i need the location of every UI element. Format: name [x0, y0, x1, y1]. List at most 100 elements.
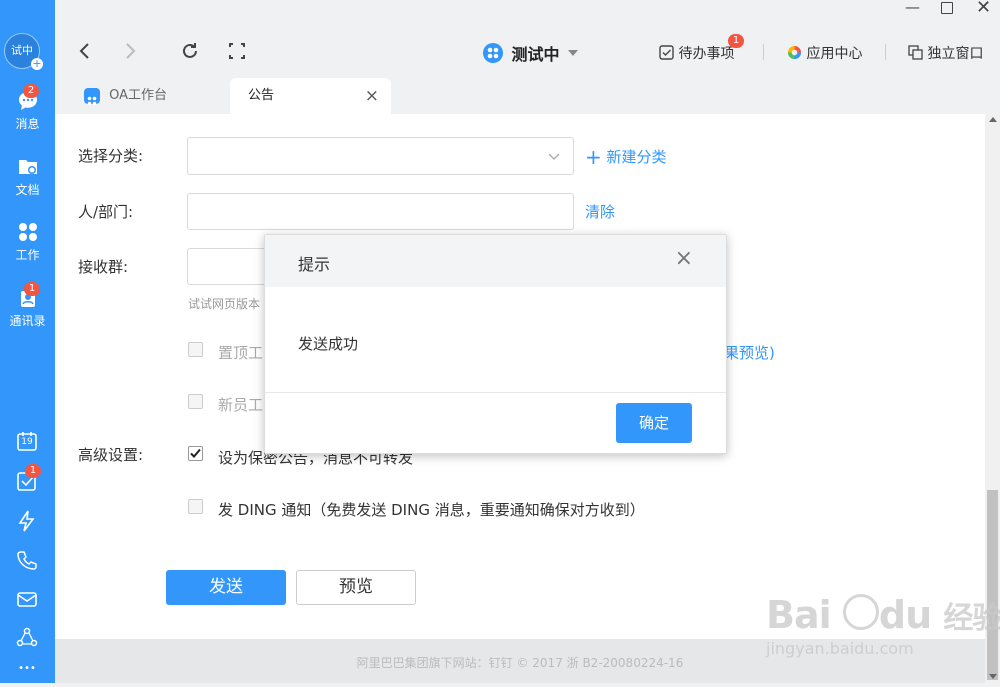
dialog-close-icon[interactable]: × [675, 246, 693, 271]
pin-option-label: 置顶工 [218, 344, 264, 362]
maximize-icon[interactable] [941, 2, 953, 14]
people-input[interactable] [187, 193, 574, 230]
window-copy-icon [908, 45, 923, 60]
newbie-option-label: 新员工 [218, 396, 264, 414]
watermark-brand: Bai [766, 593, 832, 637]
workspace-name: 测试中 [511, 45, 560, 64]
tab-label: OA工作台 [109, 88, 168, 103]
plus-icon: + [585, 145, 602, 169]
refresh-icon[interactable] [180, 40, 200, 62]
chevron-down-icon [567, 50, 578, 56]
calendar-button[interactable]: 19 [16, 430, 38, 452]
hint-text: 试试网页版本 [188, 297, 261, 311]
workspace-switcher[interactable]: 测试中 [483, 41, 578, 65]
folder-icon [18, 160, 37, 174]
tab-label: 公告 [248, 88, 275, 103]
chevron-down-icon [548, 153, 560, 160]
watermark-cn: 经验 [943, 601, 1000, 636]
people-label: 人/部门: [78, 203, 134, 221]
more-button[interactable]: ••• [16, 663, 38, 679]
mail-icon [17, 592, 37, 607]
phone-icon [17, 551, 37, 570]
sidebar-item-messages[interactable]: 消息 2 [0, 84, 55, 132]
status-plus-icon: + [31, 57, 43, 70]
ding-lightning-icon [18, 510, 35, 532]
left-sidebar: 试中 + 消息 2 文档 工作 通讯录 1 19 1 ••• [0, 0, 55, 683]
scrollbar-thumb[interactable] [987, 490, 998, 680]
new-category-label: 新建分类 [606, 148, 667, 166]
sidebar-item-work[interactable]: 工作 [0, 221, 55, 263]
scroll-down-icon[interactable] [989, 674, 997, 679]
oa-app-icon [84, 88, 100, 106]
todo-tool-badge: 1 [25, 464, 41, 478]
confidential-checkbox[interactable] [188, 446, 203, 461]
app-center-icon [787, 45, 802, 60]
preview-button[interactable]: 预览 [296, 570, 416, 605]
app-center-label: 应用中心 [806, 46, 863, 62]
share-network-icon [16, 627, 38, 647]
todo-label: 待办事项 [678, 46, 735, 62]
dialog-title: 提示 [298, 255, 331, 274]
sidebar-item-label: 消息 [15, 117, 40, 131]
minimize-icon[interactable]: — [905, 0, 920, 16]
grid-icon [18, 223, 37, 241]
app-center-link[interactable]: 应用中心 [787, 43, 862, 63]
advanced-label: 高级设置: [78, 446, 144, 464]
avatar-text: 试中 [11, 44, 33, 57]
forward-icon[interactable] [120, 40, 140, 62]
sidebar-item-label: 文档 [15, 183, 40, 197]
clear-link[interactable]: 清除 [585, 201, 615, 222]
group-label: 接收群: [78, 258, 129, 276]
mail-button[interactable] [16, 588, 38, 610]
share-button[interactable] [16, 627, 38, 649]
sidebar-item-label: 通讯录 [9, 314, 46, 328]
tab-oa-workbench[interactable]: OA工作台 [84, 78, 224, 114]
back-icon[interactable] [75, 40, 95, 62]
tab-announcement[interactable]: 公告 × [230, 78, 391, 114]
ding-button[interactable] [16, 510, 38, 532]
close-window-icon[interactable]: ✕ [976, 0, 991, 18]
fullscreen-icon[interactable] [227, 40, 247, 62]
todo-button[interactable]: 1 [16, 464, 41, 492]
send-button[interactable]: 发送 [166, 570, 286, 605]
tab-close-icon[interactable]: × [365, 78, 379, 114]
todo-link[interactable]: 待办事项 1 [659, 34, 744, 63]
todo-badge: 1 [728, 34, 744, 48]
workspace-grid-icon [483, 43, 503, 63]
dialog-divider [265, 392, 726, 393]
sidebar-item-docs[interactable]: 文档 [0, 156, 55, 198]
sidebar-item-contacts[interactable]: 通讯录 1 [0, 282, 55, 329]
divider [885, 44, 886, 60]
paw-icon [842, 594, 879, 630]
standalone-label: 独立窗口 [927, 46, 984, 62]
confirm-button[interactable]: 确定 [616, 403, 692, 443]
messages-badge: 2 [23, 84, 39, 98]
baidu-jingyan-watermark: Bai du 经验 jingyan.baidu.com [760, 575, 1000, 665]
footer-text: 阿里巴巴集团旗下网站：钉钉 © 2017 浙 B2-20080224-16 [356, 656, 684, 670]
scroll-up-icon[interactable] [989, 117, 997, 122]
watermark-brand-tail: du [878, 593, 932, 637]
watermark-url: jingyan.baidu.com [766, 639, 914, 658]
phone-button[interactable] [16, 549, 38, 571]
divider [763, 44, 764, 60]
checkmark-icon [190, 448, 201, 458]
preview-effect-link[interactable]: 果预览) [724, 342, 775, 363]
category-label: 选择分类: [78, 147, 144, 165]
calendar-day: 19 [21, 437, 33, 447]
sidebar-item-label: 工作 [15, 248, 40, 262]
alert-dialog: 提示 × 发送成功 确定 [264, 234, 727, 454]
dialog-header: 提示 × [265, 235, 726, 287]
dialog-message: 发送成功 [298, 335, 359, 353]
newbie-checkbox[interactable] [188, 394, 203, 409]
ding-checkbox[interactable] [188, 499, 203, 514]
todo-icon [659, 45, 674, 60]
contacts-badge: 1 [24, 282, 40, 296]
category-select[interactable] [187, 137, 574, 175]
new-category-link[interactable]: + 新建分类 [585, 145, 667, 169]
more-dots-icon: ••• [18, 663, 36, 674]
ding-option-label: 发 DING 通知（免费发送 DING 消息，重要通知确保对方收到） [218, 501, 645, 519]
user-avatar[interactable]: 试中 + [4, 33, 43, 70]
standalone-window-link[interactable]: 独立窗口 [908, 43, 983, 63]
title-bar: — ✕ 测试中 待办事项 1 应用中心 独立窗口 [55, 0, 1000, 78]
pin-checkbox[interactable] [188, 342, 203, 357]
